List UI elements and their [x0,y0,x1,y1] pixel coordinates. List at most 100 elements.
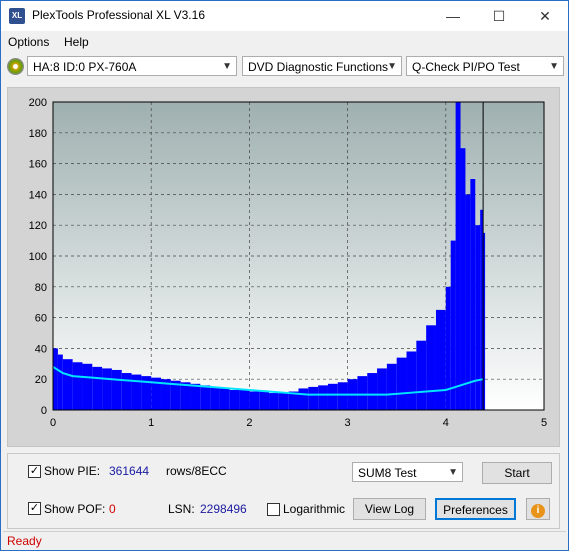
pie-bar [386,363,397,410]
pie-bar [470,179,476,410]
x-tick-label: 1 [148,417,154,429]
pie-bar [249,391,260,410]
y-tick-label: 180 [29,128,47,140]
pie-bar [308,386,319,410]
pie-bar [269,393,279,410]
y-tick-label: 80 [35,282,47,294]
show-pof-label: Show POF: [44,502,106,516]
menu-bar: Options Help [1,32,568,52]
window-title: PlexTools Professional XL V3.16 [32,8,205,22]
pie-bar [53,348,58,410]
pie-bar [200,385,211,410]
pie-bar [327,383,338,410]
function-select[interactable]: DVD Diagnostic Functions ▼ [242,56,402,76]
view-log-button[interactable]: View Log [353,498,426,520]
toolbar: HA:8 ID:0 PX-760A ▼ DVD Diagnostic Funct… [1,54,568,80]
sum-test-select[interactable]: SUM8 Test ▼ [352,462,463,482]
y-tick-label: 200 [29,97,47,109]
function-select-value: DVD Diagnostic Functions [248,60,389,74]
drive-select[interactable]: HA:8 ID:0 PX-760A ▼ [27,56,237,76]
logarithmic-label: Logarithmic [283,502,346,516]
pie-bar [278,393,289,410]
chevron-down-icon: ▼ [448,467,458,478]
pie-bar [121,373,132,410]
pie-bar [426,325,436,410]
pie-bar [377,368,387,410]
preferences-button[interactable]: Preferences [435,498,516,520]
info-icon: i [531,504,545,518]
pie-bar [210,386,220,410]
lsn-label: LSN: [168,502,195,516]
y-tick-label: 40 [35,343,47,355]
info-button[interactable]: i [526,498,550,520]
y-tick-label: 20 [35,374,47,386]
pie-bar [416,340,427,410]
maximize-button[interactable]: ☐ [476,1,522,31]
pie-bar [102,368,112,410]
minimize-button[interactable]: — [430,1,476,31]
pie-bar [62,359,73,410]
pie-bar [57,354,63,410]
pie-bar [445,286,451,410]
pie-bar [396,357,407,410]
pie-bar [219,388,230,410]
menu-help[interactable]: Help [64,35,89,49]
y-tick-label: 60 [35,313,47,325]
drive-select-value: HA:8 ID:0 PX-760A [33,60,137,74]
pie-bar [465,194,471,410]
status-bar: Ready [3,531,566,550]
test-select[interactable]: Q-Check PI/PO Test ▼ [406,56,564,76]
x-tick-label: 3 [345,417,351,429]
pie-bar [72,362,83,410]
pie-bar [318,385,328,410]
sum-test-value: SUM8 Test [358,466,417,480]
chevron-down-icon: ▼ [222,61,232,72]
disc-icon [7,58,24,75]
controls-panel: ✓ Show PIE: 361644 rows/8ECC SUM8 Test ▼… [7,453,560,529]
app-window: XL PlexTools Professional XL V3.16 — ☐ ✕… [0,0,569,551]
lsn-value: 2298496 [200,502,247,516]
pie-bar [82,363,93,410]
status-text: Ready [7,534,42,548]
pie-bar [298,388,309,410]
chevron-down-icon: ▼ [387,61,397,72]
x-tick-label: 2 [246,417,252,429]
title-bar: XL PlexTools Professional XL V3.16 — ☐ ✕ [1,1,568,31]
chevron-down-icon: ▼ [549,61,559,72]
pie-bar [460,148,466,410]
pie-bar [406,351,417,410]
pie-bar [337,382,348,410]
menu-options[interactable]: Options [8,35,49,49]
pie-bar [455,102,461,410]
pi-po-chart: 0 1 2 3 4 5 0 20 40 60 80 100 120 140 160 180 200 [29,97,547,429]
show-pie-label: Show PIE: [44,464,101,478]
start-button[interactable]: Start [482,462,552,484]
pie-bar [239,389,250,410]
pie-bar [190,383,201,410]
chart-panel: 0 1 2 3 4 5 0 20 40 60 80 100 120 140 160 180 200 [7,87,560,447]
show-pof-checkbox[interactable]: ✓ [28,502,41,515]
pie-bar [475,225,481,410]
app-icon: XL [9,8,25,24]
y-tick-label: 120 [29,220,47,232]
show-pie-checkbox[interactable]: ✓ [28,465,41,478]
pie-bar [259,391,270,410]
pie-bar [357,376,368,410]
test-select-value: Q-Check PI/PO Test [412,60,520,74]
y-tick-label: 100 [29,251,47,263]
y-tick-label: 0 [41,405,47,417]
x-tick-label: 5 [541,417,547,429]
pie-value: 361644 [109,464,150,478]
rows-label: rows/8ECC [166,464,227,478]
pie-bar [229,389,240,410]
x-tick-label: 0 [50,417,56,429]
x-tick-label: 4 [443,417,449,429]
pie-bar [92,366,103,410]
close-button[interactable]: ✕ [522,1,568,31]
pof-value: 0 [109,502,116,516]
logarithmic-checkbox[interactable] [267,503,280,516]
pie-bar [111,369,122,410]
y-tick-label: 160 [29,159,47,171]
y-tick-label: 140 [29,189,47,201]
pie-bar [450,240,456,410]
